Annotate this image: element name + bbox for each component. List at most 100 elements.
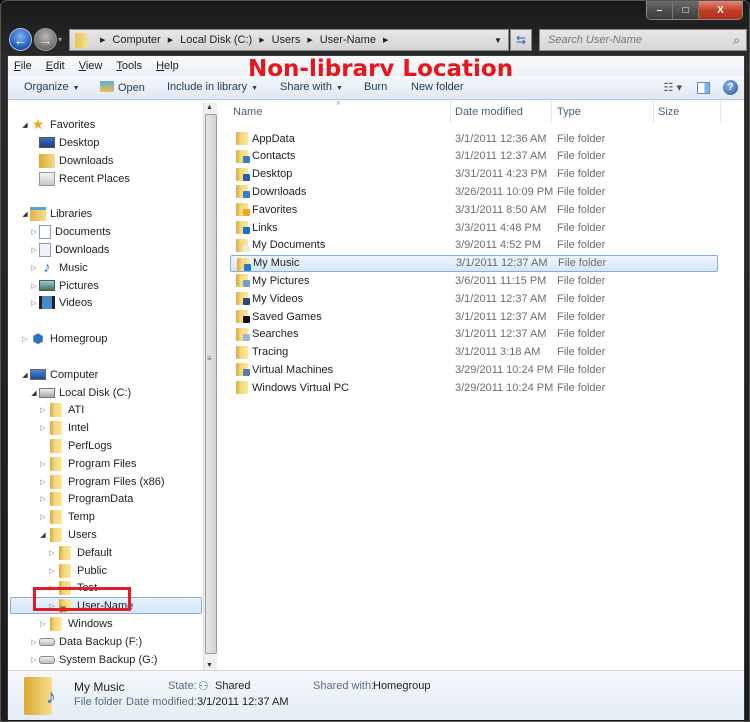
breadcrumb-local-disk[interactable]: Local Disk (C:) [180, 34, 252, 46]
column-header-size[interactable]: Size [658, 106, 679, 118]
file-row[interactable]: Links 3/3/2011 4:48 PM File folder [230, 219, 718, 236]
file-row[interactable]: Virtual Machines 3/29/2011 10:24 PM File f… [230, 361, 718, 378]
file-row[interactable]: Tracing 3/1/2011 3:18 AM File folder [230, 344, 718, 361]
nav-item-programdata[interactable]: ▷ ProgramData [38, 490, 133, 507]
nav-item-homegroup[interactable]: ▷ ⬢ Homegroup [20, 330, 107, 347]
expand-arrow-icon[interactable]: ▷ [29, 228, 39, 236]
column-divider[interactable] [551, 101, 552, 123]
menu-view[interactable]: View [79, 60, 103, 72]
nav-item-videos[interactable]: ▷ Videos [29, 294, 92, 311]
file-row[interactable]: Favorites 3/31/2011 8:50 AM File folder [230, 201, 718, 218]
expand-arrow-icon[interactable]: ▷ [47, 567, 57, 575]
expand-arrow-icon[interactable]: ▷ [29, 264, 39, 272]
file-row[interactable]: My Videos 3/1/2011 12:37 AM File folder [230, 290, 718, 307]
expand-arrow-icon[interactable]: ▷ [38, 406, 48, 414]
column-divider[interactable] [653, 101, 654, 123]
help-icon[interactable]: ? [723, 80, 738, 95]
breadcrumb-separator-icon[interactable]: ▶ [307, 36, 312, 44]
column-divider[interactable] [720, 101, 721, 123]
file-row[interactable]: Downloads 3/26/2011 10:09 PM File folder [230, 183, 718, 200]
menu-edit[interactable]: Edit [46, 60, 65, 72]
column-header-name[interactable]: Name [233, 106, 262, 118]
back-button[interactable]: ← [9, 28, 32, 51]
burn-button[interactable]: Burn [364, 81, 387, 93]
expand-arrow-icon[interactable]: ▷ [38, 424, 48, 432]
expand-arrow-icon[interactable]: ▷ [38, 495, 48, 503]
file-row[interactable]: AppData 3/1/2011 12:36 AM File folder [230, 130, 718, 147]
nav-item-system-backup-g[interactable]: ▷ System Backup (G:) [29, 651, 157, 668]
nav-item-documents[interactable]: ▷ Documents [29, 223, 111, 240]
breadcrumb-separator-icon[interactable]: ▶ [383, 36, 388, 44]
search-icon[interactable]: ⌕ [733, 33, 740, 48]
file-row[interactable]: My Pictures 3/6/2011 11:15 PM File folder [230, 272, 718, 289]
nav-item-data-backup-f[interactable]: ▷ Data Backup (F:) [29, 633, 142, 650]
breadcrumb-computer[interactable]: Computer [112, 34, 160, 46]
change-view-button[interactable]: ☷ ▾ [664, 81, 682, 94]
file-row[interactable]: Windows Virtual PC 3/29/2011 10:24 PM File… [230, 379, 718, 396]
expand-arrow-icon[interactable]: ▷ [29, 638, 39, 646]
include-in-library-button[interactable]: Include in library ▼ [167, 81, 258, 93]
nav-item-program-files[interactable]: ▷ Program Files [38, 455, 136, 472]
column-divider[interactable] [450, 101, 451, 123]
address-dropdown-icon[interactable]: ▼ [488, 30, 508, 50]
menu-tools[interactable]: Tools [116, 60, 142, 72]
minimize-button[interactable]: – [647, 1, 673, 19]
organize-button[interactable]: Organize ▼ [24, 81, 80, 93]
nav-item-recent-places[interactable]: Recent Places [29, 170, 130, 187]
maximize-button[interactable]: □ [673, 1, 699, 19]
breadcrumb-user-name[interactable]: User-Name [320, 34, 376, 46]
file-row[interactable]: My Documents 3/9/2011 4:52 PM File folder [230, 237, 718, 254]
expand-arrow-icon[interactable]: ▷ [38, 620, 48, 628]
breadcrumb-separator-icon[interactable]: ▶ [100, 36, 105, 44]
column-header-type[interactable]: Type [557, 106, 581, 118]
expand-arrow-icon[interactable]: ▷ [29, 246, 39, 254]
breadcrumb-separator-icon[interactable]: ▶ [168, 36, 173, 44]
nav-item-music[interactable]: ▷ ♪ Music [29, 259, 87, 276]
nav-item-public[interactable]: ▷ Public [47, 562, 107, 579]
nav-item-favorites[interactable]: ◢ ★ Favorites [20, 116, 95, 133]
nav-item-program-files-x86[interactable]: ▷ Program Files (x86) [38, 473, 165, 490]
navigation-pane-scrollbar[interactable]: ▲ ≡ ▼ [203, 102, 217, 670]
collapse-arrow-icon[interactable]: ◢ [20, 121, 30, 129]
nav-item-users[interactable]: ◢ Users [38, 526, 97, 543]
search-box[interactable]: ⌕ [539, 29, 747, 51]
scrollbar-thumb[interactable] [205, 114, 217, 654]
collapse-arrow-icon[interactable]: ◢ [29, 389, 39, 397]
nav-item-temp[interactable]: ▷ Temp [38, 508, 95, 525]
open-button[interactable]: Open [100, 81, 145, 94]
share-with-button[interactable]: Share with ▼ [280, 81, 343, 93]
file-row[interactable]: Desktop 3/31/2011 4:23 PM File folder [230, 166, 718, 183]
breadcrumb-users[interactable]: Users [272, 34, 301, 46]
preview-pane-toggle-icon[interactable] [697, 82, 710, 94]
close-button[interactable]: X [699, 1, 742, 19]
nav-item-ati[interactable]: ▷ ATI [38, 401, 84, 418]
expand-arrow-icon[interactable]: ▷ [29, 299, 39, 307]
nav-item-pictures[interactable]: ▷ Pictures [29, 277, 98, 294]
recent-pages-dropdown[interactable]: ▾ [58, 35, 62, 44]
nav-item-downloads[interactable]: Downloads [29, 152, 113, 169]
nav-item-perflogs[interactable]: PerfLogs [38, 437, 112, 454]
scroll-down-icon[interactable]: ▼ [206, 662, 213, 669]
new-folder-button[interactable]: New folder [411, 81, 464, 93]
collapse-arrow-icon[interactable]: ◢ [20, 371, 30, 379]
nav-item-computer[interactable]: ◢ Computer [20, 366, 98, 383]
file-row[interactable]: Contacts 3/1/2011 12:37 AM File folder [230, 148, 718, 165]
refresh-button[interactable]: ⇆ [510, 29, 532, 51]
expand-arrow-icon[interactable]: ▷ [38, 460, 48, 468]
nav-item-libraries[interactable]: ◢ Libraries [20, 205, 92, 222]
nav-item-intel[interactable]: ▷ Intel [38, 419, 89, 436]
forward-button[interactable]: → [34, 28, 57, 51]
nav-item-default[interactable]: ▷ Default [47, 544, 112, 561]
nav-item-desktop[interactable]: Desktop [29, 134, 99, 151]
file-row[interactable]: Searches 3/1/2011 12:37 AM File folder [230, 326, 718, 343]
expand-arrow-icon[interactable]: ▷ [29, 282, 39, 290]
expand-arrow-icon[interactable]: ▷ [47, 549, 57, 557]
nav-item-local-disk-c[interactable]: ◢ Local Disk (C:) [29, 384, 131, 401]
nav-item-downloads[interactable]: ▷ Downloads [29, 241, 109, 258]
file-row[interactable]: Saved Games 3/1/2011 12:37 AM File folder [230, 308, 718, 325]
collapse-arrow-icon[interactable]: ◢ [38, 531, 48, 539]
breadcrumb-separator-icon[interactable]: ▶ [259, 36, 264, 44]
menu-file[interactable]: File [14, 60, 32, 72]
expand-arrow-icon[interactable]: ▷ [20, 335, 30, 343]
collapse-arrow-icon[interactable]: ◢ [20, 210, 30, 218]
